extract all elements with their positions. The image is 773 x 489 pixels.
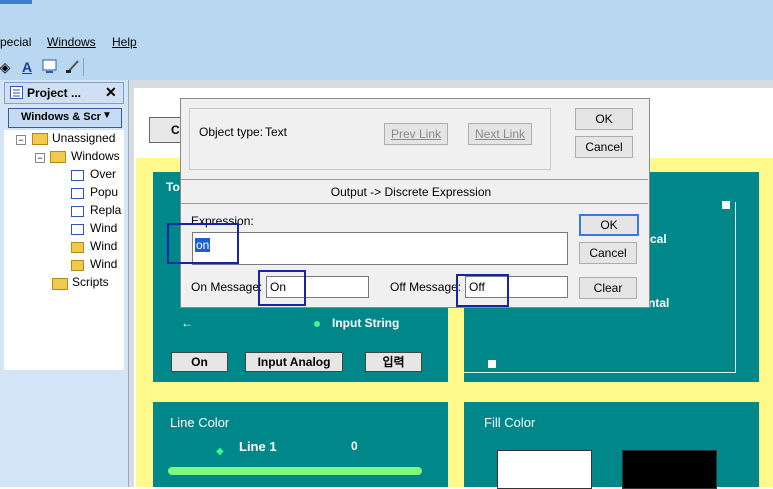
- project-icon: [10, 86, 23, 102]
- highlight-expression: [167, 223, 239, 264]
- ok-top-button[interactable]: OK: [575, 108, 633, 130]
- cancel-button[interactable]: Cancel: [579, 242, 637, 264]
- vertical-label: cal: [650, 232, 667, 246]
- chevron-down-icon[interactable]: ▼: [102, 110, 112, 121]
- title-bar-accent: [0, 0, 32, 4]
- ok-button[interactable]: OK: [579, 214, 639, 236]
- fill-swatch-white[interactable]: [497, 450, 592, 489]
- expression-dialog: Object type: Text Prev Link Next Link OK…: [180, 98, 650, 308]
- horizontal-slider-handle[interactable]: [488, 360, 496, 368]
- text-a-icon[interactable]: A: [18, 59, 36, 76]
- object-type-label: Object type:: [199, 125, 264, 139]
- tree-item-window[interactable]: Popu: [90, 185, 118, 199]
- collapse-icon[interactable]: −: [16, 135, 26, 145]
- highlight-off-message: [456, 274, 509, 307]
- on-button[interactable]: On: [171, 352, 228, 372]
- vertical-slider-handle[interactable]: [722, 201, 730, 209]
- divider: [181, 179, 648, 180]
- expression-input[interactable]: on: [192, 232, 568, 265]
- panel-line-color: Line Color ◆ Line 1 0: [153, 402, 448, 487]
- tree-item-window[interactable]: Wind: [90, 257, 117, 271]
- off-message-label: Off Message:: [390, 280, 462, 294]
- window-icon: [71, 188, 84, 199]
- menu-special[interactable]: pecial: [0, 35, 31, 49]
- folder-icon: [50, 151, 66, 163]
- project-panel: Project ... ✕ Windows & Scr ▼ − Unassign…: [0, 80, 129, 487]
- toolbar: ◈ A: [0, 54, 773, 80]
- project-panel-title: Project ...: [27, 86, 82, 100]
- next-link-button[interactable]: Next Link: [468, 123, 532, 145]
- cancel-top-button[interactable]: Cancel: [575, 136, 633, 158]
- tree-item-window[interactable]: Repla: [90, 203, 121, 217]
- background-button-label: C: [171, 123, 180, 137]
- project-panel-header: Project ... ✕: [4, 82, 124, 104]
- clear-button[interactable]: Clear: [579, 277, 637, 299]
- monitor-icon[interactable]: [41, 59, 59, 76]
- menu-help[interactable]: Help: [112, 35, 137, 49]
- project-tab-label: Windows & Scr: [21, 111, 101, 123]
- tree-item-scripts[interactable]: Scripts: [72, 275, 109, 289]
- scripts-icon: [52, 278, 68, 290]
- close-icon[interactable]: ✕: [105, 84, 117, 101]
- window-icon: [71, 224, 84, 235]
- fill-color-title: Fill Color: [484, 415, 536, 430]
- fill-swatch-black[interactable]: [622, 450, 717, 489]
- project-tree: − Unassigned − Windows Over Popu Repla W…: [4, 130, 124, 370]
- input-analog-button[interactable]: Input Analog: [245, 352, 343, 372]
- window-chart-icon: [71, 260, 84, 271]
- tree-item-window[interactable]: Wind: [90, 239, 117, 253]
- tree-item-window[interactable]: Wind: [90, 221, 117, 235]
- tree-item-unassigned[interactable]: Unassigned: [52, 131, 115, 145]
- paint-bucket-icon[interactable]: ◈: [0, 59, 14, 76]
- object-type-value: Text: [265, 125, 288, 139]
- line1-bar: [168, 467, 422, 475]
- line-color-title: Line Color: [170, 415, 230, 430]
- title-bar: [0, 0, 773, 30]
- brush-icon[interactable]: [64, 59, 82, 76]
- tree-item-windows[interactable]: Windows: [71, 149, 120, 163]
- horizontal-label: ntal: [648, 296, 670, 310]
- menu-bar: pecial Windows Help: [0, 30, 773, 54]
- line1-label: Line 1: [239, 439, 277, 454]
- arrow-left-icon: ←: [181, 316, 193, 330]
- prev-link-button[interactable]: Prev Link: [384, 123, 448, 145]
- collapse-icon[interactable]: −: [35, 153, 45, 163]
- status-led: [314, 321, 320, 327]
- section-title: Output -> Discrete Expression: [330, 185, 492, 199]
- korean-input-button[interactable]: 입력: [365, 352, 422, 372]
- tree-item-window[interactable]: Over: [90, 167, 116, 181]
- line1-value: 0: [351, 439, 358, 453]
- highlight-on-message: [258, 270, 306, 306]
- project-tab-windows-screens[interactable]: Windows & Scr ▼: [8, 108, 122, 128]
- on-message-label: On Message:: [191, 280, 263, 294]
- window-chart-icon: [71, 242, 84, 253]
- toolbar-separator: [83, 58, 84, 76]
- input-string-label: Input String: [332, 316, 400, 330]
- divider: [181, 203, 648, 204]
- panel-fill-color: Fill Color: [464, 402, 759, 489]
- diamond-icon: ◆: [216, 446, 224, 457]
- window-icon: [71, 206, 84, 217]
- menu-windows[interactable]: Windows: [47, 35, 96, 49]
- folder-icon: [32, 133, 48, 145]
- panel-title: To: [166, 180, 180, 194]
- window-icon: [71, 170, 84, 181]
